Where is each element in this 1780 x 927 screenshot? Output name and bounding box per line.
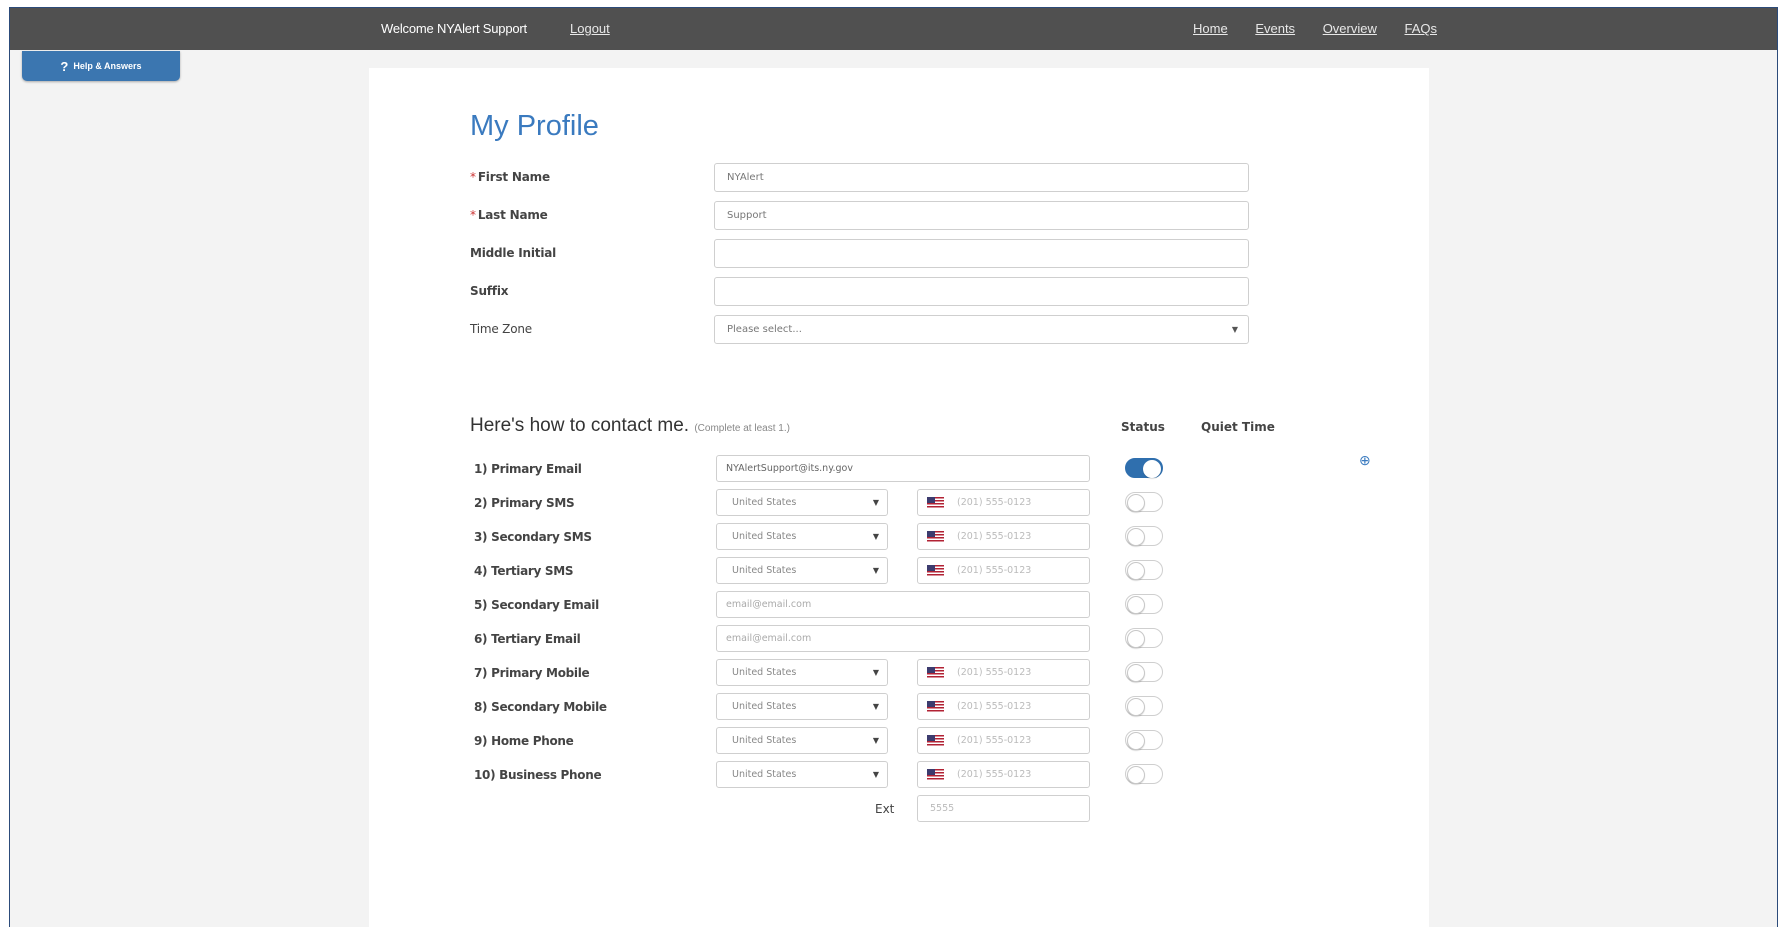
home-phone-status-toggle[interactable] [1125,730,1163,750]
us-flag-icon [927,735,944,746]
page-title: My Profile [470,110,599,142]
caret-down-icon: ▼ [872,532,879,541]
ext-label: Ext [875,802,895,816]
contact-row-label: 3) Secondary SMS [474,530,592,544]
primary-email-status-toggle[interactable] [1125,458,1163,478]
business-phone-status-toggle[interactable] [1125,764,1163,784]
secondary-mobile-phone-input[interactable]: (201) 555-0123 [917,693,1090,720]
country-value: United States [732,701,797,712]
quiet-time-column-header: Quiet Time [1201,420,1275,434]
contact-row-label: 1) Primary Email [474,462,582,476]
contact-row-label: 10) Business Phone [474,768,602,782]
contact-row-label: 4) Tertiary SMS [474,564,574,578]
country-value: United States [732,565,797,576]
time-zone-label: Time Zone [470,322,532,336]
us-flag-icon [927,769,944,780]
secondary-mobile-country-select[interactable]: United States ▼ [716,693,888,720]
nav-link-home[interactable]: Home [1193,21,1228,36]
secondary-sms-phone-input[interactable]: (201) 555-0123 [917,523,1090,550]
primary-mobile-phone-input[interactable]: (201) 555-0123 [917,659,1090,686]
contact-title: Here's how to contact me. [470,415,690,436]
secondary-sms-country-select[interactable]: United States ▼ [716,523,888,550]
time-zone-value: Please select... [727,324,802,335]
last-name-label: * Last Name [470,208,548,222]
primary-mobile-country-select[interactable]: United States ▼ [716,659,888,686]
primary-sms-country-select[interactable]: United States ▼ [716,489,888,516]
top-nav-bar: Welcome NYAlert Support Logout Home Even… [10,8,1777,50]
browser-frame: Welcome NYAlert Support Logout Home Even… [9,7,1778,927]
phone-placeholder: (201) 555-0123 [957,531,1032,542]
primary-mobile-status-toggle[interactable] [1125,662,1163,682]
caret-down-icon: ▼ [1231,325,1238,334]
secondary-sms-status-toggle[interactable] [1125,526,1163,546]
primary-email-input[interactable]: NYAlertSupport@its.ny.gov [716,455,1090,482]
caret-down-icon: ▼ [872,498,879,507]
middle-initial-label: Middle Initial [470,246,557,260]
suffix-label: Suffix [470,284,509,298]
middle-initial-input[interactable] [714,239,1249,268]
business-phone-country-select[interactable]: United States ▼ [716,761,888,788]
us-flag-icon [927,565,944,576]
us-flag-icon [927,667,944,678]
contact-row-label: 7) Primary Mobile [474,666,590,680]
tertiary-sms-status-toggle[interactable] [1125,560,1163,580]
phone-placeholder: (201) 555-0123 [957,497,1032,508]
welcome-text: Welcome NYAlert Support [381,21,527,36]
secondary-email-input[interactable]: email@email.com [716,591,1090,618]
add-circle-icon[interactable]: ⊕ [1359,452,1371,469]
phone-placeholder: (201) 555-0123 [957,667,1032,678]
contact-row-label: 6) Tertiary Email [474,632,581,646]
country-value: United States [732,735,797,746]
nav-link-overview[interactable]: Overview [1323,21,1377,36]
contact-row-label: 9) Home Phone [474,734,574,748]
caret-down-icon: ▼ [872,770,879,779]
time-zone-select[interactable]: Please select... ▼ [714,315,1249,344]
contact-row-label: 8) Secondary Mobile [474,700,607,714]
help-answers-button[interactable]: ? Help & Answers [22,51,180,81]
primary-sms-phone-input[interactable]: (201) 555-0123 [917,489,1090,516]
contact-section-title: Here's how to contact me. (Complete at l… [470,415,790,437]
contact-subtitle: (Complete at least 1.) [694,423,790,434]
tertiary-sms-country-select[interactable]: United States ▼ [716,557,888,584]
help-answers-label: Help & Answers [73,61,142,71]
caret-down-icon: ▼ [872,566,879,575]
nav-link-events[interactable]: Events [1255,21,1295,36]
suffix-input[interactable] [714,277,1249,306]
status-column-header: Status [1121,420,1165,434]
logout-link[interactable]: Logout [570,21,610,36]
us-flag-icon [927,531,944,542]
first-name-input[interactable]: NYAlert [714,163,1249,192]
main-nav: Home Events Overview FAQs [1193,21,1461,36]
ext-input[interactable]: 5555 [917,795,1090,822]
home-phone-country-select[interactable]: United States ▼ [716,727,888,754]
profile-panel: My Profile * First Name NYAlert * Last Nam… [369,68,1429,927]
country-value: United States [732,667,797,678]
secondary-mobile-status-toggle[interactable] [1125,696,1163,716]
phone-placeholder: (201) 555-0123 [957,735,1032,746]
tertiary-email-status-toggle[interactable] [1125,628,1163,648]
contact-row-label: 2) Primary SMS [474,496,575,510]
caret-down-icon: ▼ [872,668,879,677]
tertiary-sms-phone-input[interactable]: (201) 555-0123 [917,557,1090,584]
phone-placeholder: (201) 555-0123 [957,769,1032,780]
tertiary-email-input[interactable]: email@email.com [716,625,1090,652]
home-phone-input[interactable]: (201) 555-0123 [917,727,1090,754]
primary-sms-status-toggle[interactable] [1125,492,1163,512]
caret-down-icon: ▼ [872,736,879,745]
secondary-email-status-toggle[interactable] [1125,594,1163,614]
first-name-label: * First Name [470,170,550,184]
phone-placeholder: (201) 555-0123 [957,701,1032,712]
phone-placeholder: (201) 555-0123 [957,565,1032,576]
business-phone-input[interactable]: (201) 555-0123 [917,761,1090,788]
nav-link-faqs[interactable]: FAQs [1405,21,1438,36]
country-value: United States [732,531,797,542]
contact-row-label: 5) Secondary Email [474,598,599,612]
us-flag-icon [927,701,944,712]
country-value: United States [732,497,797,508]
question-mark-icon: ? [60,58,69,74]
country-value: United States [732,769,797,780]
us-flag-icon [927,497,944,508]
last-name-input[interactable]: Support [714,201,1249,230]
caret-down-icon: ▼ [872,702,879,711]
